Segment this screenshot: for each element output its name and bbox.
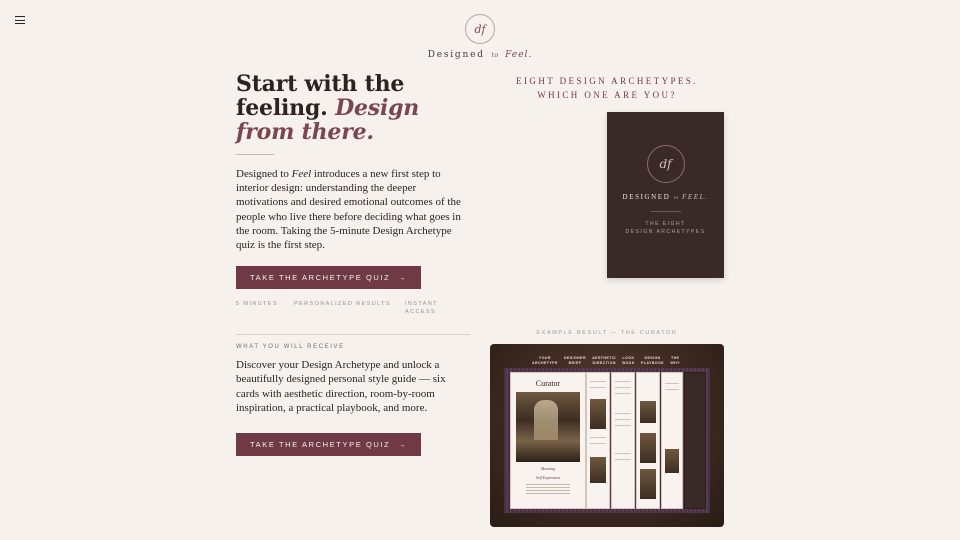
hero-headline: Start with the feeling. Design from ther… (236, 72, 476, 144)
example-tab: DESIGNER BRIEF (563, 356, 586, 365)
example-tab: YOUR ARCHETYPE (532, 356, 558, 365)
curator-card-title: Curator (535, 379, 561, 388)
example-tab: THE WHY (670, 356, 680, 365)
take-quiz-label: TAKE THE ARCHETYPE QUIZ (250, 440, 391, 450)
section-divider (236, 334, 470, 336)
guide-card (636, 372, 660, 509)
archetypes-heading-line2: WHICH ONE ARE YOU? (537, 90, 677, 100)
receive-label: WHAT YOU WILL RECEIVE (236, 344, 345, 351)
guide-card (586, 372, 610, 509)
take-quiz-button[interactable]: TAKE THE ARCHETYPE QUIZ → (236, 266, 422, 290)
example-cards: Curator Meaning Self Expression (504, 368, 710, 513)
book-title-small: to (673, 196, 679, 201)
curator-card: Curator Meaning Self Expression (510, 372, 586, 509)
book-subtitle: THE EIGHT DESIGN ARCHETYPES (607, 220, 724, 236)
archetypes-heading: EIGHT DESIGN ARCHETYPES. WHICH ONE ARE Y… (490, 74, 724, 102)
quiz-stats: 5 MINUTES PERSONALIZED RESULTS INSTANT A… (236, 301, 476, 316)
hero-section: Start with the feeling. Design from ther… (236, 72, 476, 457)
interior-photo (516, 392, 580, 462)
take-quiz-label: TAKE THE ARCHETYPE QUIZ (250, 273, 391, 283)
example-caption: EXAMPLE RESULT — THE CURATOR (536, 330, 678, 336)
logo-monogram: df (465, 14, 495, 44)
archetypes-book-cover[interactable]: df DESIGNED to FEEL. THE EIGHT DESIGN AR… (607, 112, 724, 278)
example-tabs: YOUR ARCHETYPE DESIGNER BRIEF AESTHETIC DIR… (532, 356, 680, 365)
take-quiz-button-secondary[interactable]: TAKE THE ARCHETYPE QUIZ → (236, 433, 422, 457)
book-title-post: FEEL. (681, 193, 709, 201)
example-result-image: YOUR ARCHETYPE DESIGNER BRIEF AESTHETIC DIR… (490, 344, 724, 527)
stat-access: INSTANT ACCESS (405, 301, 438, 315)
receive-text: Discover your Design Archetype and unloc… (236, 359, 446, 414)
book-title: DESIGNED to FEEL. (607, 193, 724, 201)
headline-line2b: Design (335, 95, 420, 121)
guide-card (611, 372, 635, 509)
headline-line1: Start with the (236, 71, 405, 97)
example-tab: DESIGN PLAYBOOK (640, 356, 665, 365)
card-label-expression: Self Expression (535, 475, 561, 480)
arrow-right-icon: → (397, 440, 408, 450)
site-logo[interactable]: df Designed to Feel. (0, 14, 960, 60)
card-label-meaning: Meaning (540, 466, 556, 471)
wordmark-feel: Feel. (505, 50, 533, 60)
guide-card (661, 372, 683, 509)
book-monogram: df (646, 145, 685, 183)
intro-em: Feel (291, 168, 312, 180)
divider (236, 154, 274, 155)
intro-post: introduces a new first step to interior … (236, 168, 461, 252)
wordmark-to: to (491, 52, 499, 59)
book-subtitle-line2: DESIGN ARCHETYPES (625, 229, 706, 235)
hero-intro: Designed to Feel introduces a new first … (236, 167, 468, 252)
arrow-right-icon: → (397, 273, 408, 283)
card-text-lines (526, 484, 570, 494)
book-divider (650, 211, 681, 212)
example-tab: LOOK BOOK (622, 356, 635, 365)
logo-wordmark: Designed to Feel. (0, 50, 960, 60)
intro-pre: Designed to (236, 168, 292, 180)
archetypes-heading-line1: EIGHT DESIGN ARCHETYPES. (516, 76, 698, 86)
stat-personalized: PERSONALIZED RESULTS (294, 301, 391, 308)
wordmark-designed: Designed (427, 50, 485, 60)
guide-card (684, 372, 706, 509)
headline-line2a: feeling. (236, 95, 328, 121)
example-tab: AESTHETIC DIRECTION (592, 356, 617, 365)
headline-line3: from there. (236, 119, 374, 145)
book-title-pre: DESIGNED (622, 193, 671, 201)
book-subtitle-line1: THE EIGHT (645, 221, 686, 227)
stat-duration: 5 MINUTES (236, 301, 278, 308)
